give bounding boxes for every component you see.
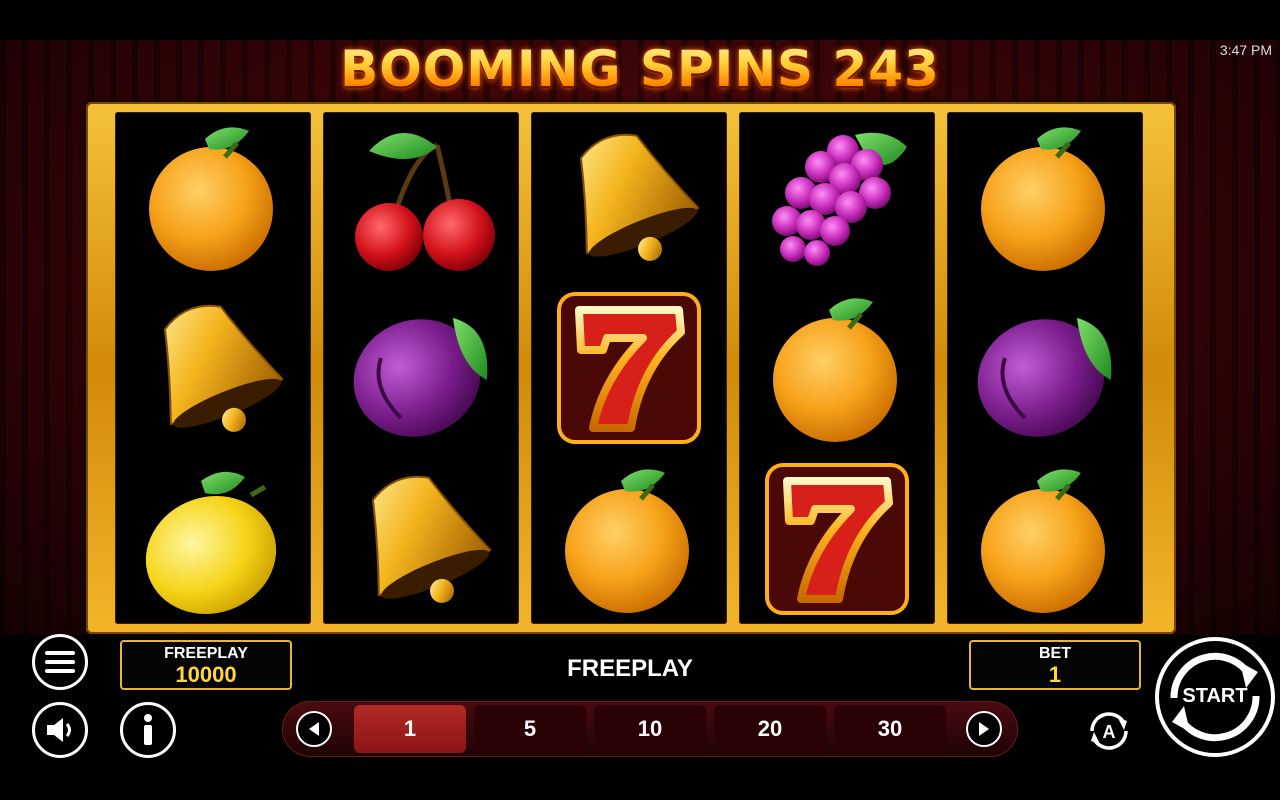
- bet-option-1[interactable]: 1: [354, 705, 466, 753]
- chevron-left-icon: [309, 722, 319, 736]
- svg-text:A: A: [1103, 722, 1116, 742]
- plum-symbol: [323, 283, 519, 453]
- reel-1: [115, 112, 311, 624]
- grape-symbol: [739, 112, 935, 282]
- bell-symbol: [323, 454, 519, 624]
- autoplay-icon: A: [1090, 712, 1128, 750]
- orange-symbol: [947, 112, 1143, 282]
- cherry-symbol: [323, 112, 519, 282]
- seven-symbol: [739, 454, 935, 624]
- bet-option-10[interactable]: 10: [594, 705, 706, 753]
- seven-symbol: [531, 283, 727, 453]
- speaker-icon: [47, 718, 71, 742]
- info-button[interactable]: [120, 702, 176, 758]
- bet-box: BET 1: [969, 640, 1141, 690]
- balance-label: FREEPLAY: [164, 645, 248, 662]
- bell-symbol: [531, 112, 727, 282]
- balance-box: FREEPLAY 10000: [120, 640, 292, 690]
- balance-value: 10000: [175, 662, 237, 687]
- orange-symbol: [739, 283, 935, 453]
- menu-icon: [45, 651, 75, 673]
- bet-selector: 1 5 10 20 30: [282, 701, 1018, 757]
- bet-option-5[interactable]: 5: [474, 705, 586, 753]
- menu-button[interactable]: [32, 634, 88, 690]
- reel-3: [531, 112, 727, 624]
- top-bar: [0, 0, 1280, 40]
- start-label: START: [1182, 685, 1248, 707]
- bet-label: BET: [1039, 645, 1071, 662]
- reel-5: [947, 112, 1143, 624]
- bet-option-20[interactable]: 20: [714, 705, 826, 753]
- bet-value: 1: [1048, 662, 1062, 687]
- start-button[interactable]: START: [1154, 636, 1276, 758]
- reel-2: [323, 112, 519, 624]
- lemon-symbol: [115, 454, 311, 624]
- bet-prev-button[interactable]: [296, 711, 332, 747]
- sound-button[interactable]: [32, 702, 88, 758]
- info-icon: [144, 714, 152, 745]
- game-title: BOOMING SPINS 243: [340, 40, 940, 98]
- orange-symbol: [947, 454, 1143, 624]
- orange-symbol: [115, 112, 311, 282]
- status-clock: 3:47 PM: [1219, 42, 1272, 58]
- mode-label: FREEPLAY: [567, 655, 693, 682]
- chevron-right-icon: [979, 722, 989, 736]
- autoplay-button[interactable]: A: [1082, 704, 1136, 758]
- reel-4: [739, 112, 935, 624]
- orange-symbol: [531, 454, 727, 624]
- plum-symbol: [947, 283, 1143, 453]
- bell-symbol: [115, 283, 311, 453]
- bet-option-30[interactable]: 30: [834, 705, 946, 753]
- reels-frame: [86, 102, 1176, 634]
- bet-next-button[interactable]: [966, 711, 1002, 747]
